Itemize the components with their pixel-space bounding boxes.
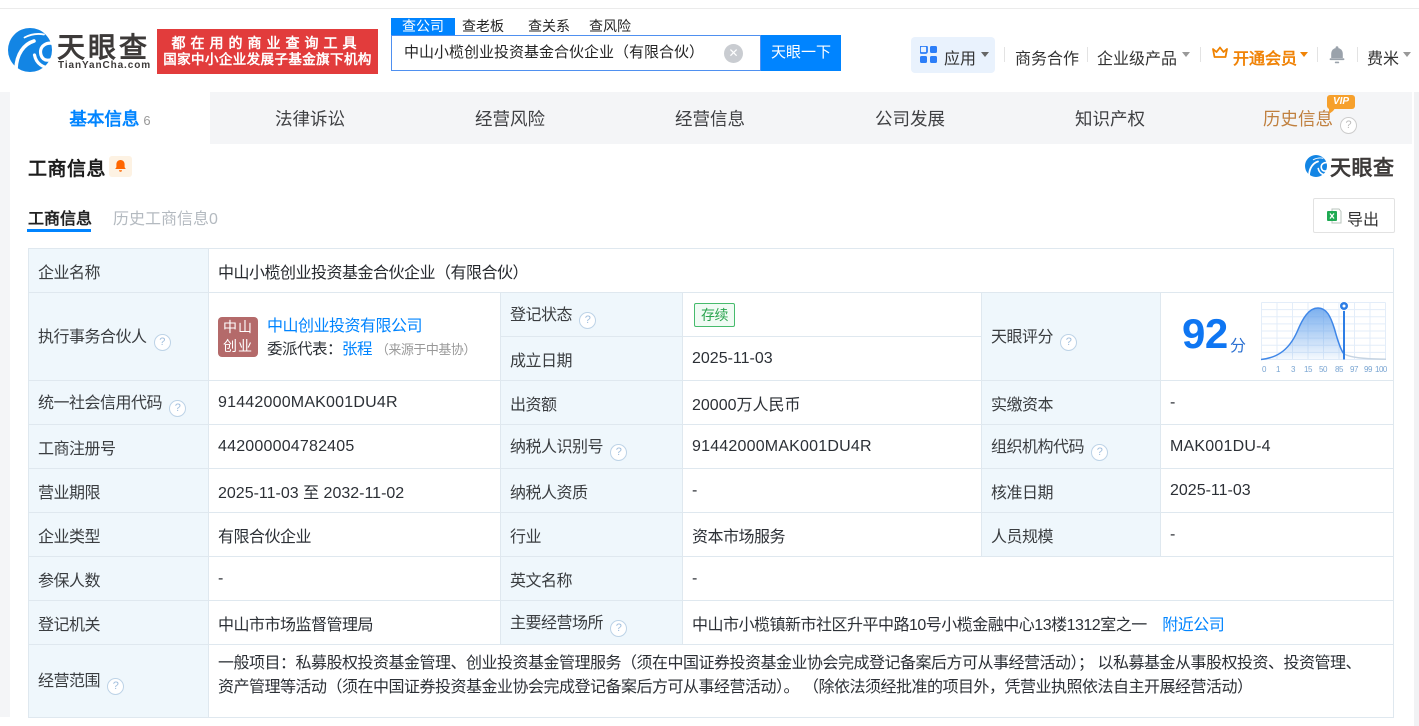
svg-text:15: 15 (1304, 365, 1313, 374)
svg-text:3: 3 (1291, 365, 1296, 374)
svg-text:50: 50 (1319, 365, 1328, 374)
svg-text:0: 0 (1262, 365, 1267, 374)
svg-text:100: 100 (1375, 365, 1387, 374)
svg-text:97: 97 (1350, 365, 1359, 374)
svg-text:85: 85 (1335, 365, 1344, 374)
svg-text:1: 1 (1276, 365, 1281, 374)
svg-text:99: 99 (1364, 365, 1373, 374)
